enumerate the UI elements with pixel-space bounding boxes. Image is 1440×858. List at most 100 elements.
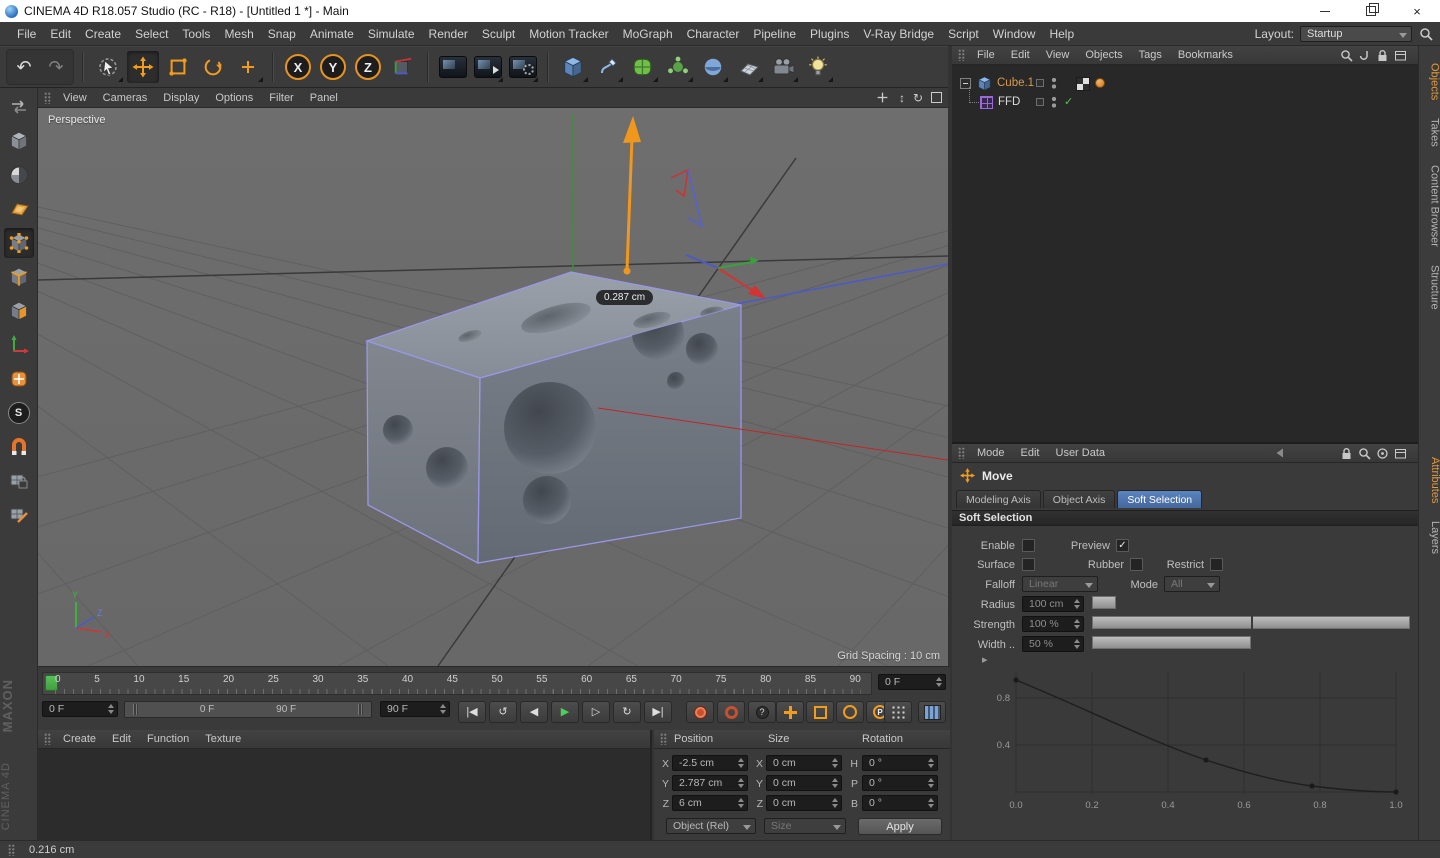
material-menu-item[interactable]: Texture: [197, 733, 249, 745]
object-manager-menu-item[interactable]: Bookmarks: [1170, 49, 1241, 61]
menu-item[interactable]: Mesh: [217, 27, 260, 41]
viewport-menu-item[interactable]: Display: [155, 92, 207, 104]
viewport-menu-item[interactable]: Panel: [302, 92, 346, 104]
menu-item[interactable]: V-Ray Bridge: [856, 27, 941, 41]
object-manager-menu-item[interactable]: Objects: [1077, 49, 1130, 61]
om-panel-icon[interactable]: [1392, 47, 1408, 63]
object-manager-menu-item[interactable]: Edit: [1003, 49, 1038, 61]
x-axis-lock-button[interactable]: X: [282, 51, 314, 83]
menu-item[interactable]: File: [10, 27, 43, 41]
workplane-snap-button[interactable]: [4, 466, 34, 496]
menu-item[interactable]: Motion Tracker: [522, 27, 615, 41]
attribute-menu-item[interactable]: Edit: [1013, 447, 1048, 459]
menu-item[interactable]: Snap: [261, 27, 303, 41]
last-tool-button[interactable]: [232, 51, 264, 83]
previous-frame-button[interactable]: ◀: [520, 701, 548, 723]
next-frame-button[interactable]: ▷: [582, 701, 610, 723]
search-icon[interactable]: [1418, 26, 1434, 42]
panel-grip[interactable]: [958, 447, 965, 459]
menu-item[interactable]: Select: [128, 27, 175, 41]
rubber-checkbox[interactable]: [1130, 558, 1143, 571]
timeline-ruler[interactable]: 0 5 10 15 20 25 30 35 40 45 50 55 60 65 70 75 80 85 90: [42, 672, 872, 695]
menu-item[interactable]: Window: [986, 27, 1043, 41]
enable-checkbox[interactable]: [1022, 539, 1035, 552]
size-mode-dropdown[interactable]: Size: [764, 818, 846, 834]
render-view-button[interactable]: [437, 51, 469, 83]
pan-icon[interactable]: [875, 90, 891, 106]
zoom-icon[interactable]: ↕: [899, 91, 905, 105]
viewport-menu-item[interactable]: Cameras: [95, 92, 156, 104]
render-picture-viewer-button[interactable]: [472, 51, 504, 83]
y-axis-lock-button[interactable]: Y: [317, 51, 349, 83]
am-panel-icon[interactable]: [1392, 445, 1408, 461]
start-frame-field[interactable]: 0 F: [42, 701, 118, 717]
camera-button[interactable]: [767, 51, 799, 83]
play-backward-button[interactable]: ↺: [489, 701, 517, 723]
environment-sky-button[interactable]: [697, 51, 729, 83]
position-y-field[interactable]: 2.787 cm: [672, 775, 748, 791]
layout-dropdown[interactable]: Startup: [1300, 25, 1412, 42]
camera-label[interactable]: Perspective: [48, 114, 105, 126]
close-button[interactable]: ×: [1394, 0, 1440, 22]
model-mode-button[interactable]: [4, 126, 34, 156]
coordinate-mode-dropdown[interactable]: Object (Rel): [666, 818, 756, 834]
record-rotation-toggle[interactable]: [836, 701, 864, 723]
edges-mode-button[interactable]: [4, 262, 34, 292]
convert-selection-button[interactable]: [4, 92, 34, 122]
viewport-menu-item[interactable]: Options: [207, 92, 261, 104]
menu-item[interactable]: Render: [422, 27, 475, 41]
record-position-toggle[interactable]: [776, 701, 804, 723]
object-name[interactable]: FFD: [998, 96, 1020, 108]
object-manager-menu-item[interactable]: File: [969, 49, 1003, 61]
array-modifier-button[interactable]: [662, 51, 694, 83]
orbit-icon[interactable]: ↻: [913, 91, 923, 105]
width-slider[interactable]: [1092, 636, 1410, 649]
undo-button[interactable]: ↶: [8, 51, 40, 83]
viewport-menu-item[interactable]: View: [55, 92, 95, 104]
om-hook-icon[interactable]: [1356, 47, 1372, 63]
redo-button[interactable]: ↷: [40, 51, 72, 83]
menu-item[interactable]: Sculpt: [475, 27, 522, 41]
menu-item[interactable]: Simulate: [361, 27, 422, 41]
menu-item[interactable]: Help: [1042, 27, 1081, 41]
panel-grip[interactable]: [660, 733, 667, 745]
goto-end-button[interactable]: ▶|: [644, 701, 672, 723]
tab-content-browser[interactable]: Content Browser: [1419, 156, 1440, 256]
enable-axis-button[interactable]: [4, 330, 34, 360]
am-search-icon[interactable]: [1356, 445, 1372, 461]
tab-object-axis[interactable]: Object Axis: [1042, 490, 1116, 508]
scale-tool-button[interactable]: [162, 51, 194, 83]
am-target-icon[interactable]: [1374, 445, 1390, 461]
play-button[interactable]: ▶: [551, 701, 579, 723]
panel-grip[interactable]: [8, 843, 15, 856]
minimize-button[interactable]: [1302, 0, 1348, 22]
render-settings-button[interactable]: [507, 51, 539, 83]
am-lock-icon[interactable]: [1338, 445, 1354, 461]
workplane-mode-button[interactable]: [4, 194, 34, 224]
layer-square-icon[interactable]: [1036, 98, 1044, 106]
menu-item[interactable]: Animate: [303, 27, 361, 41]
record-keyframe-button[interactable]: [686, 701, 714, 723]
primitive-cube-button[interactable]: [557, 51, 589, 83]
object-row-ffd[interactable]: FFD ✓: [952, 87, 1418, 111]
tab-objects[interactable]: Objects: [1419, 54, 1440, 109]
menu-item[interactable]: Script: [941, 27, 986, 41]
spline-pen-button[interactable]: [592, 51, 624, 83]
maximize-view-icon[interactable]: [931, 92, 942, 103]
loop-button[interactable]: ↻: [613, 701, 641, 723]
end-frame-field[interactable]: 90 F: [380, 701, 450, 717]
menu-item[interactable]: Character: [680, 27, 747, 41]
tab-layers[interactable]: Layers: [1419, 512, 1440, 563]
preview-checkbox[interactable]: ✓: [1116, 539, 1129, 552]
viewport-canvas[interactable]: Perspective 0.287 cm Grid Spacing : 10 c…: [38, 108, 948, 666]
size-x-field[interactable]: 0 cm: [766, 755, 842, 771]
points-mode-button[interactable]: [3, 228, 34, 258]
strength-slider[interactable]: [1092, 616, 1410, 629]
tab-structure[interactable]: Structure: [1419, 256, 1440, 319]
floor-button[interactable]: [732, 51, 764, 83]
om-lock-icon[interactable]: [1374, 47, 1390, 63]
history-back-icon[interactable]: [1272, 445, 1288, 461]
falloff-curve-editor[interactable]: 0.8 0.4 0.0 0.2 0.4 0.6 0.8 1.0: [952, 662, 1418, 820]
radius-field[interactable]: 100 cm: [1022, 596, 1084, 612]
panel-grip[interactable]: [958, 49, 965, 61]
